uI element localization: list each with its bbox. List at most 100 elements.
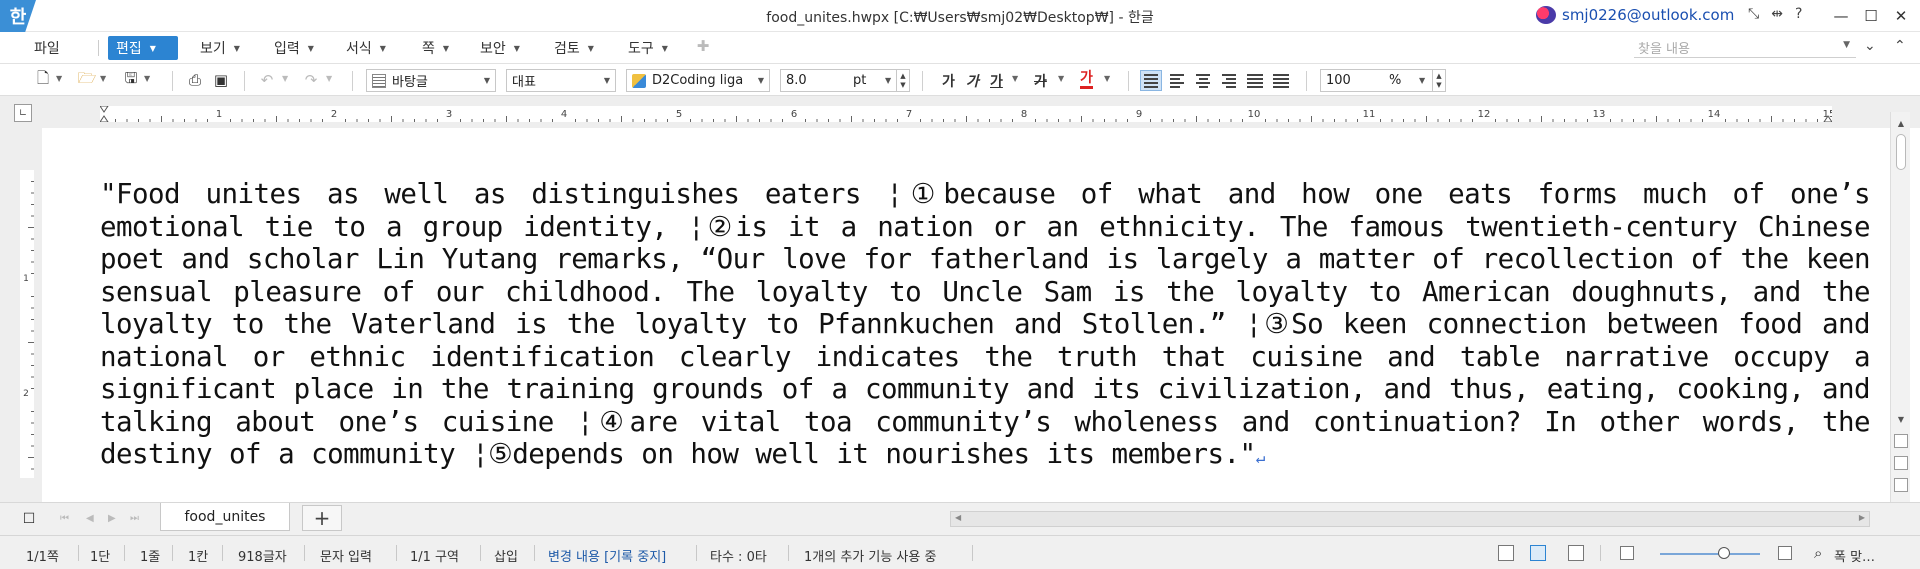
full-page-view-icon[interactable] xyxy=(1568,545,1584,561)
account-email[interactable]: smj0226@outlook.com xyxy=(1562,6,1734,24)
plugin-icon[interactable]: ✚ xyxy=(692,36,714,56)
menu-security[interactable]: 보안 ▼ xyxy=(472,36,528,60)
menu-tools[interactable]: 도구 ▼ xyxy=(620,36,676,60)
add-tab-button[interactable]: + xyxy=(302,505,342,531)
next-tab-icon[interactable]: ▶ xyxy=(108,513,116,524)
font-size-input[interactable]: 8.0 pt ▼ ▲ ▼ xyxy=(780,69,910,92)
spin-up-icon[interactable]: ▲ xyxy=(900,72,905,81)
search-down-icon[interactable]: ⌄ xyxy=(1864,38,1876,54)
chevron-down-icon[interactable]: ▼ xyxy=(1104,74,1110,83)
align-justify-button[interactable] xyxy=(1140,70,1162,91)
menu-insert[interactable]: 입력 ▼ xyxy=(266,36,322,60)
menu-format[interactable]: 서식 ▼ xyxy=(338,36,394,60)
chevron-down-icon[interactable]: ▼ xyxy=(144,74,150,83)
spin-down-icon[interactable]: ▼ xyxy=(900,81,905,90)
chevron-down-icon[interactable]: ▼ xyxy=(326,74,332,83)
status-page[interactable]: 1/1쪽 xyxy=(26,546,59,565)
page-select-icon[interactable] xyxy=(1894,456,1908,470)
font-language: 대표 xyxy=(512,75,536,90)
status-extra-features[interactable]: 1개의 추가 기능 사용 중 xyxy=(804,546,936,565)
normal-view-icon[interactable] xyxy=(1498,545,1514,561)
status-track-changes[interactable]: 변경 내용 [기록 중지] xyxy=(548,546,666,565)
fullscreen-icon[interactable]: ⤡ xyxy=(1748,6,1759,22)
bold-button[interactable]: 가 xyxy=(942,71,955,91)
redo-icon[interactable]: ↷ xyxy=(300,70,322,90)
minimize-button[interactable]: — xyxy=(1826,4,1856,28)
zoom-fit-label[interactable]: 폭 맞… xyxy=(1834,546,1875,565)
menu-review[interactable]: 검토 ▼ xyxy=(546,36,602,60)
ribbon-toggle-icon[interactable]: ⇹ xyxy=(1771,6,1783,22)
zoom-input[interactable]: 100 % ▼ ▲ ▼ xyxy=(1320,69,1446,92)
zoom-stepper[interactable]: ▲ ▼ xyxy=(1432,70,1445,91)
font-language-select[interactable]: 대표 ▼ xyxy=(506,69,616,92)
font-size-stepper[interactable]: ▲ ▼ xyxy=(896,70,909,91)
toolbar-divider xyxy=(244,71,245,91)
chevron-down-icon[interactable]: ▼ xyxy=(1419,76,1425,85)
page-width-view-icon[interactable] xyxy=(1530,545,1546,561)
status-input-mode[interactable]: 문자 입력 xyxy=(320,546,372,565)
magnifier-icon[interactable]: ⌕ xyxy=(1814,544,1822,562)
menu-page[interactable]: 쪽 ▼ xyxy=(414,36,457,60)
open-folder-icon[interactable]: 🗁 xyxy=(76,69,98,90)
zoom-slider-track[interactable] xyxy=(1660,553,1760,555)
italic-button[interactable]: 가 xyxy=(966,71,979,91)
menu-view[interactable]: 보기 ▼ xyxy=(192,36,248,60)
help-icon[interactable]: ? xyxy=(1795,6,1802,22)
tab-stop-selector[interactable]: ∟ xyxy=(14,104,32,122)
underline-button[interactable]: 가 xyxy=(990,71,1003,91)
spin-up-icon[interactable]: ▲ xyxy=(1436,72,1441,81)
previous-page-icon[interactable] xyxy=(1894,434,1908,448)
style-select[interactable]: 바탕글 ▼ xyxy=(366,69,496,92)
maximize-button[interactable]: ☐ xyxy=(1856,4,1886,28)
document-page[interactable]: "Food unites as well as distinguishes ea… xyxy=(42,128,1890,502)
account-info[interactable]: smj0226@outlook.com xyxy=(1536,6,1734,24)
scroll-right-icon[interactable]: ▶ xyxy=(1859,513,1865,522)
first-tab-icon[interactable]: ⏮ xyxy=(60,513,69,524)
menu-edit[interactable]: 편집 ▼ xyxy=(108,36,178,60)
vertical-scrollbar[interactable]: ▲ ▼ xyxy=(1890,112,1910,502)
tab-food-unites[interactable]: food_unites xyxy=(160,503,290,531)
align-split-button[interactable] xyxy=(1270,70,1292,91)
scroll-up-icon[interactable]: ▲ xyxy=(1894,116,1908,130)
horizontal-scrollbar[interactable]: ◀ ▶ xyxy=(950,511,1870,527)
last-tab-icon[interactable]: ⏭ xyxy=(130,513,139,524)
left-indent-marker[interactable] xyxy=(100,106,109,122)
chevron-down-icon[interactable]: ▼ xyxy=(885,76,891,85)
menu-file[interactable]: 파일 xyxy=(26,36,68,60)
search-input[interactable]: 찾을 내용 ▼ xyxy=(1634,38,1856,58)
next-page-icon[interactable] xyxy=(1894,478,1908,492)
chevron-down-icon[interactable]: ▼ xyxy=(1012,74,1018,83)
align-left-button[interactable] xyxy=(1166,70,1188,91)
close-button[interactable]: ✕ xyxy=(1886,4,1916,28)
previous-tab-icon[interactable]: ◀ xyxy=(86,513,94,524)
zoom-out-icon[interactable] xyxy=(1620,546,1634,560)
font-color-button[interactable]: 가 xyxy=(1080,71,1093,89)
status-insert-mode[interactable]: 삽입 xyxy=(494,546,518,565)
align-center-button[interactable] xyxy=(1192,70,1214,91)
chevron-down-icon[interactable]: ▼ xyxy=(1843,40,1850,50)
tab-list-icon[interactable]: ☐ xyxy=(18,509,40,529)
scroll-down-icon[interactable]: ▼ xyxy=(1894,412,1908,426)
undo-icon[interactable]: ↶ xyxy=(256,70,278,90)
chevron-down-icon[interactable]: ▼ xyxy=(56,74,62,83)
chevron-down-icon[interactable]: ▼ xyxy=(1058,74,1064,83)
chevron-down-icon[interactable]: ▼ xyxy=(282,74,288,83)
print-preview-icon[interactable]: ▣ xyxy=(210,70,232,90)
print-icon[interactable]: ⎙ xyxy=(184,70,206,90)
zoom-in-icon[interactable] xyxy=(1778,546,1792,560)
zoom-slider-thumb[interactable] xyxy=(1718,547,1730,559)
document-body[interactable]: "Food unites as well as distinguishes ea… xyxy=(100,178,1871,475)
new-document-icon[interactable]: 🗋 xyxy=(32,69,54,90)
font-name-select[interactable]: D2Coding liga ▼ xyxy=(626,69,770,92)
vertical-ruler[interactable]: 123 xyxy=(20,170,34,514)
strikethrough-button[interactable]: 가 xyxy=(1034,71,1047,91)
align-distribute-button[interactable] xyxy=(1244,70,1266,91)
scroll-left-icon[interactable]: ◀ xyxy=(955,513,961,522)
align-right-button[interactable] xyxy=(1218,70,1240,91)
scroll-thumb[interactable] xyxy=(1896,134,1906,170)
save-icon[interactable]: 🖫 xyxy=(120,69,142,90)
horizontal-ruler[interactable]: 123456789101112131415 xyxy=(100,106,1832,122)
spin-down-icon[interactable]: ▼ xyxy=(1436,81,1441,90)
chevron-down-icon[interactable]: ▼ xyxy=(100,74,106,83)
collapse-ribbon-icon[interactable]: ⌃ xyxy=(1894,38,1906,54)
